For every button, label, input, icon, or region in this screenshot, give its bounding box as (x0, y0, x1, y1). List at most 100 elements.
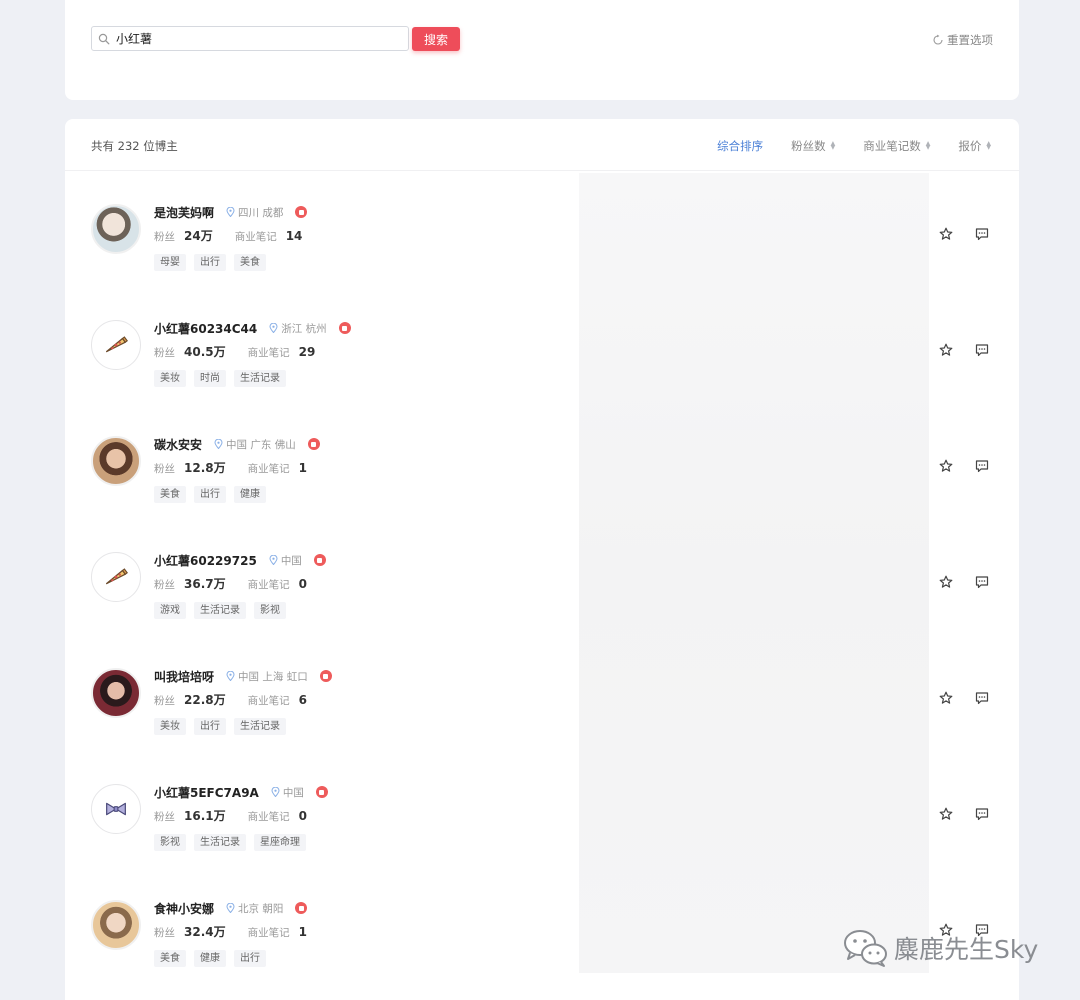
name-line: 是泡芙妈啊 四川 成都 (154, 204, 308, 221)
notes-count: 14 (285, 229, 303, 243)
notes-count: 0 (298, 577, 307, 591)
blogger-row[interactable]: 小红薯60234C44 浙江 杭州 粉丝 40.5万 商业笔记 29 美妆 时尚 生活记录 (65, 293, 1019, 409)
message-icon[interactable] (975, 227, 989, 241)
sort-business-notes[interactable]: 商业笔记数 ▲ ▼ (863, 138, 930, 154)
tag: 出行 (194, 486, 226, 503)
watermark: 麋鹿先生Sky (842, 928, 1038, 968)
message-icon[interactable] (975, 343, 989, 357)
message-icon[interactable] (975, 575, 989, 589)
sort-comprehensive[interactable]: 综合排序 (717, 138, 763, 154)
refresh-icon (933, 34, 943, 45)
row-actions (939, 459, 989, 473)
sort-bar: 综合排序 粉丝数 ▲ ▼ 商业笔记数 ▲ ▼ 报价 ▲ ▼ (717, 138, 991, 154)
stats: 粉丝 24万 商业笔记 14 (154, 227, 302, 243)
location: 中国 广东 佛山 (214, 437, 296, 452)
avatar[interactable] (91, 436, 141, 486)
avatar[interactable] (91, 204, 141, 254)
sort-price[interactable]: 报价 ▲ ▼ (958, 138, 991, 154)
notes-count: 29 (298, 345, 316, 359)
notes-label: 商业笔记 (234, 231, 277, 243)
reset-options-button[interactable]: 重置选项 (932, 32, 993, 48)
fans-label: 粉丝 (154, 579, 175, 591)
fans-count: 40.5万 (184, 345, 226, 359)
blogger-row[interactable]: 碳水安安 中国 广东 佛山 粉丝 12.8万 商业笔记 1 美食 出行 健康 (65, 409, 1019, 525)
fans-count: 24万 (184, 229, 213, 243)
message-icon[interactable] (975, 459, 989, 473)
favorite-star-icon[interactable] (939, 459, 953, 473)
blogger-name[interactable]: 碳水安安 (154, 436, 202, 453)
name-line: 小红薯5EFC7A9A 中国 (154, 784, 328, 800)
favorite-star-icon[interactable] (939, 691, 953, 705)
list-header: 共有 232 位博主 综合排序 粉丝数 ▲ ▼ 商业笔记数 ▲ ▼ 报价 ▲ ▼ (65, 119, 1019, 171)
tag: 时尚 (194, 370, 226, 387)
blogger-name[interactable]: 小红薯5EFC7A9A (154, 784, 259, 801)
favorite-star-icon[interactable] (939, 227, 953, 241)
blogger-name[interactable]: 小红薯60229725 (154, 552, 257, 569)
reset-options-label: 重置选项 (947, 33, 993, 47)
avatar[interactable] (91, 552, 141, 602)
message-icon[interactable] (975, 691, 989, 705)
blogger-name[interactable]: 叫我培培呀 (154, 668, 214, 685)
sort-arrows-icon: ▲ ▼ (925, 140, 931, 151)
tag-list: 游戏 生活记录 影视 (154, 602, 286, 619)
blogger-row[interactable]: 是泡芙妈啊 四川 成都粉丝 24万 商业笔记 14 母婴 出行 美食 (65, 177, 1019, 293)
location-pin-icon (214, 439, 223, 449)
sort-fans[interactable]: 粉丝数 ▲ ▼ (791, 138, 835, 154)
search-input[interactable] (116, 31, 396, 46)
message-icon[interactable] (975, 807, 989, 821)
sort-arrows-icon: ▲ ▼ (986, 140, 991, 151)
xiaohongshu-badge-icon (319, 670, 332, 682)
favorite-star-icon[interactable] (939, 575, 953, 589)
stats: 粉丝 36.7万 商业笔记 0 (154, 575, 307, 591)
location-pin-icon (226, 903, 235, 913)
row-actions (939, 575, 989, 589)
fans-count: 12.8万 (184, 461, 226, 475)
watermark-text: 麋鹿先生Sky (894, 935, 1039, 964)
avatar[interactable] (91, 784, 141, 834)
fans-count: 32.4万 (184, 925, 226, 939)
tag: 美妆 (154, 718, 186, 735)
search-icon (98, 33, 110, 44)
tag-list: 母婴 出行 美食 (154, 254, 266, 271)
avatar[interactable] (91, 320, 141, 370)
notes-label: 商业笔记 (247, 463, 290, 475)
tag: 健康 (194, 950, 226, 967)
favorite-star-icon[interactable] (939, 343, 953, 357)
location-text: 中国 (280, 554, 302, 567)
sort-label: 商业笔记数 (863, 139, 921, 153)
favorite-star-icon[interactable] (939, 807, 953, 821)
fans-label: 粉丝 (154, 695, 175, 707)
name-line: 碳水安安 中国 广东 佛山 (154, 436, 320, 452)
blogger-row[interactable]: 小红薯5EFC7A9A 中国 粉丝 16.1万 商业笔记 0 影视 生活记录 星座命理 (65, 757, 1019, 873)
fans-label: 粉丝 (154, 231, 175, 243)
row-actions (939, 691, 989, 705)
tag: 美食 (154, 486, 186, 503)
blogger-name[interactable]: 是泡芙妈啊 (154, 204, 214, 221)
blogger-row[interactable]: 叫我培培呀 中国 上海 虹口 粉丝 22.8万 商业笔记 6 美妆 出行 生活记录 (65, 641, 1019, 757)
location: 中国 (269, 553, 302, 568)
fans-count: 36.7万 (184, 577, 226, 591)
tag: 美食 (154, 950, 186, 967)
name-line: 小红薯60229725 中国 (154, 552, 326, 568)
search-button[interactable]: 搜索 (412, 27, 460, 51)
search-field[interactable] (91, 26, 409, 51)
notes-count: 1 (298, 925, 307, 939)
tag: 美食 (234, 254, 266, 271)
location: 中国 (271, 785, 304, 800)
tag: 影视 (154, 834, 186, 851)
row-actions (939, 807, 989, 821)
location-pin-icon (226, 671, 235, 681)
notes-count: 0 (298, 809, 307, 823)
tag: 生活记录 (194, 602, 246, 619)
location-text: 北京 朝阳 (238, 902, 284, 915)
stats: 粉丝 40.5万 商业笔记 29 (154, 343, 315, 359)
blogger-name[interactable]: 小红薯60234C44 (154, 320, 257, 337)
tag-list: 影视 生活记录 星座命理 (154, 834, 306, 851)
row-actions (939, 343, 989, 357)
blogger-name[interactable]: 食神小安娜 (154, 900, 214, 917)
avatar[interactable] (91, 900, 141, 950)
name-line: 叫我培培呀 中国 上海 虹口 (154, 668, 332, 684)
blogger-row[interactable]: 小红薯60229725 中国 粉丝 36.7万 商业笔记 0 游戏 生活记录 影视 (65, 525, 1019, 641)
avatar[interactable] (91, 668, 141, 718)
notes-label: 商业笔记 (247, 347, 290, 359)
